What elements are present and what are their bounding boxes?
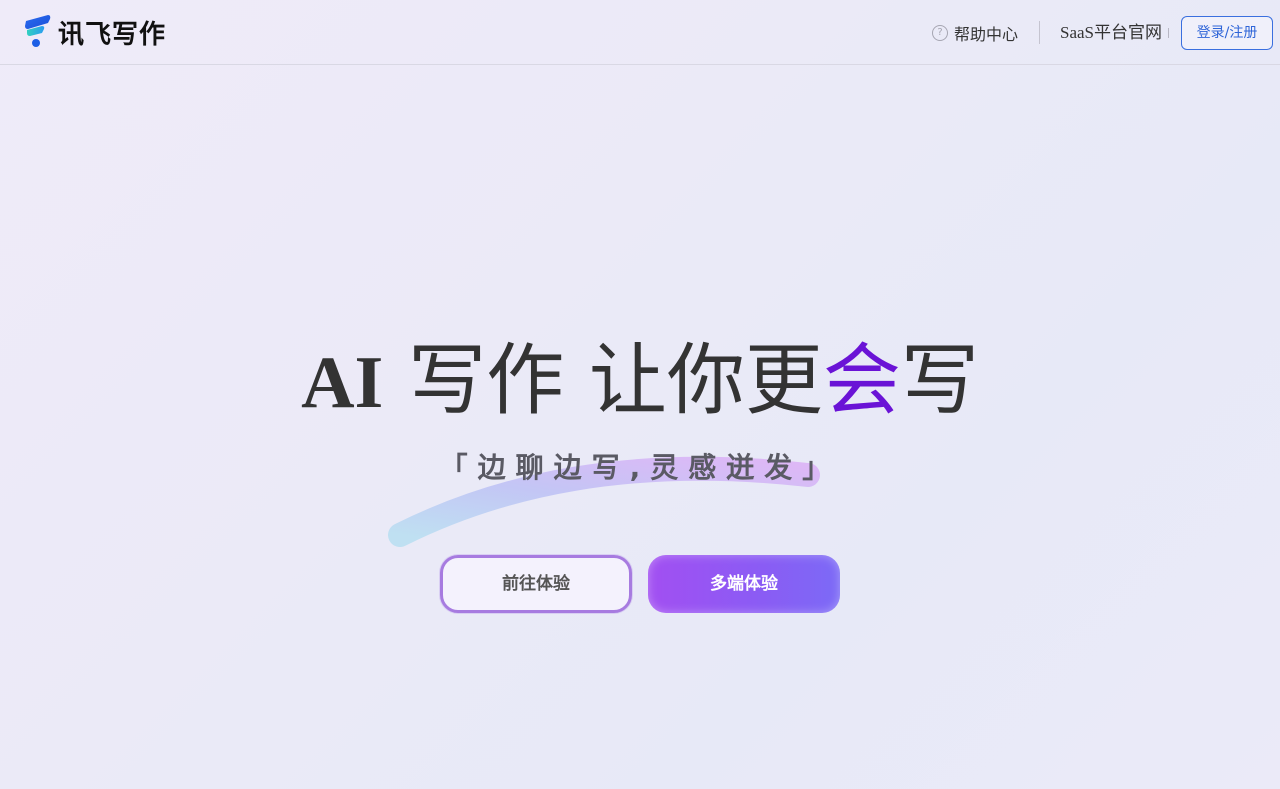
hero-title: AI 写作 让你更会写 bbox=[0, 336, 1280, 428]
login-register-button[interactable]: 登录/注册 bbox=[1181, 16, 1273, 50]
nav-divider-small bbox=[1168, 28, 1169, 38]
top-header: 讯飞写作 ? 帮助中心 SaaS平台官网 登录/注册 bbox=[0, 0, 1280, 65]
help-center-label: 帮助中心 bbox=[954, 25, 1019, 44]
help-center-link[interactable]: ? 帮助中心 bbox=[932, 22, 1018, 44]
saas-platform-link[interactable]: SaaS平台官网 bbox=[1060, 22, 1162, 44]
saas-platform-label: SaaS平台官网 bbox=[1060, 23, 1162, 42]
hero-title-part2: 写 bbox=[900, 336, 979, 426]
question-icon: ? bbox=[932, 25, 948, 41]
brand-logo[interactable]: 讯飞写作 bbox=[24, 15, 167, 50]
logo-icon bbox=[25, 15, 51, 47]
hero-title-highlight: 会 bbox=[822, 336, 901, 426]
multi-device-button[interactable]: 多端体验 bbox=[648, 555, 840, 613]
try-now-button[interactable]: 前往体验 bbox=[440, 555, 632, 613]
hero-subtitle: 「边聊边写,灵感迸发」 bbox=[439, 451, 841, 484]
logo-text: 讯飞写作 bbox=[58, 19, 167, 50]
nav-divider bbox=[1039, 21, 1040, 44]
hero-title-ai: AI bbox=[301, 342, 384, 424]
hero-title-part1: 写作 让你更 bbox=[408, 336, 823, 426]
